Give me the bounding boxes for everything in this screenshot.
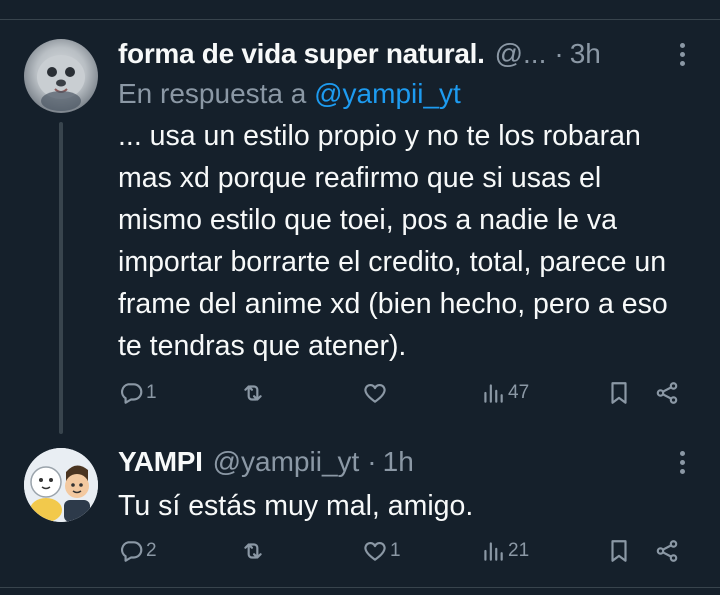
more-icon[interactable] bbox=[680, 43, 686, 67]
heart-icon bbox=[364, 542, 386, 561]
retweet-icon bbox=[244, 543, 262, 559]
share-button[interactable] bbox=[654, 380, 680, 406]
thread-connector-line bbox=[59, 122, 63, 434]
views-count: 47 bbox=[508, 382, 530, 403]
like-count: 1 bbox=[390, 540, 401, 561]
tweet-text: Tu sí estás muy mal, amigo. bbox=[118, 490, 474, 522]
retweet-button[interactable] bbox=[240, 380, 268, 406]
views-button[interactable]: 21 bbox=[480, 538, 529, 564]
tweet-header: forma de vida super natural. @... · 3h bbox=[118, 37, 692, 71]
avatar[interactable] bbox=[24, 448, 98, 522]
separator-dot: · bbox=[554, 38, 564, 69]
retweet-icon bbox=[244, 385, 262, 401]
views-button[interactable]: 47 bbox=[480, 380, 529, 406]
views-count: 21 bbox=[508, 540, 530, 561]
cartoon-avatar-image bbox=[24, 448, 98, 522]
tweet[interactable]: YAMPI @yampii_yt · 1h Tu sí estás muy ma… bbox=[118, 445, 692, 527]
top-divider bbox=[0, 19, 720, 20]
reply-prefix: En respuesta a bbox=[118, 78, 307, 109]
bottom-divider bbox=[0, 587, 720, 588]
reply-button[interactable]: 2 bbox=[118, 538, 157, 564]
tweet[interactable]: forma de vida super natural. @... · 3h E… bbox=[118, 37, 692, 367]
like-button[interactable] bbox=[362, 380, 390, 406]
views-icon bbox=[484, 542, 503, 561]
more-icon[interactable] bbox=[680, 451, 686, 475]
share-icon bbox=[656, 540, 678, 562]
like-button[interactable]: 1 bbox=[362, 538, 401, 564]
reply-mention-link[interactable]: @yampii_yt bbox=[314, 78, 461, 109]
avatar[interactable] bbox=[24, 39, 98, 113]
share-button[interactable] bbox=[654, 538, 680, 564]
separator-dot: · bbox=[367, 446, 377, 477]
author-name[interactable]: forma de vida super natural. bbox=[118, 37, 485, 71]
heart-icon bbox=[364, 384, 386, 403]
bookmark-button[interactable] bbox=[606, 380, 632, 406]
tweet-text: ... usa un estilo propio y no te los rob… bbox=[118, 120, 668, 362]
bookmark-icon bbox=[611, 540, 627, 562]
bookmark-icon bbox=[611, 382, 627, 404]
bookmark-button[interactable] bbox=[606, 538, 632, 564]
author-handle[interactable]: @yampii_yt bbox=[213, 445, 360, 479]
timestamp[interactable]: 1h bbox=[383, 445, 414, 479]
author-handle[interactable]: @... bbox=[495, 37, 547, 71]
timestamp[interactable]: 3h bbox=[570, 37, 601, 71]
tweet-header: YAMPI @yampii_yt · 1h bbox=[118, 445, 692, 479]
reply-icon bbox=[121, 383, 143, 404]
tweet-actions: 2 1 21 bbox=[118, 538, 692, 568]
reply-count: 2 bbox=[146, 540, 157, 561]
share-icon bbox=[656, 382, 678, 404]
reply-context: En respuesta a @yampii_yt bbox=[118, 77, 692, 111]
author-name[interactable]: YAMPI bbox=[118, 445, 203, 479]
reply-icon bbox=[121, 541, 143, 562]
retweet-button[interactable] bbox=[240, 538, 268, 564]
reply-button[interactable]: 1 bbox=[118, 380, 157, 406]
views-icon bbox=[484, 384, 503, 403]
reply-count: 1 bbox=[146, 382, 157, 403]
tweet-actions: 1 47 bbox=[118, 380, 692, 410]
seal-avatar-image bbox=[37, 55, 85, 111]
